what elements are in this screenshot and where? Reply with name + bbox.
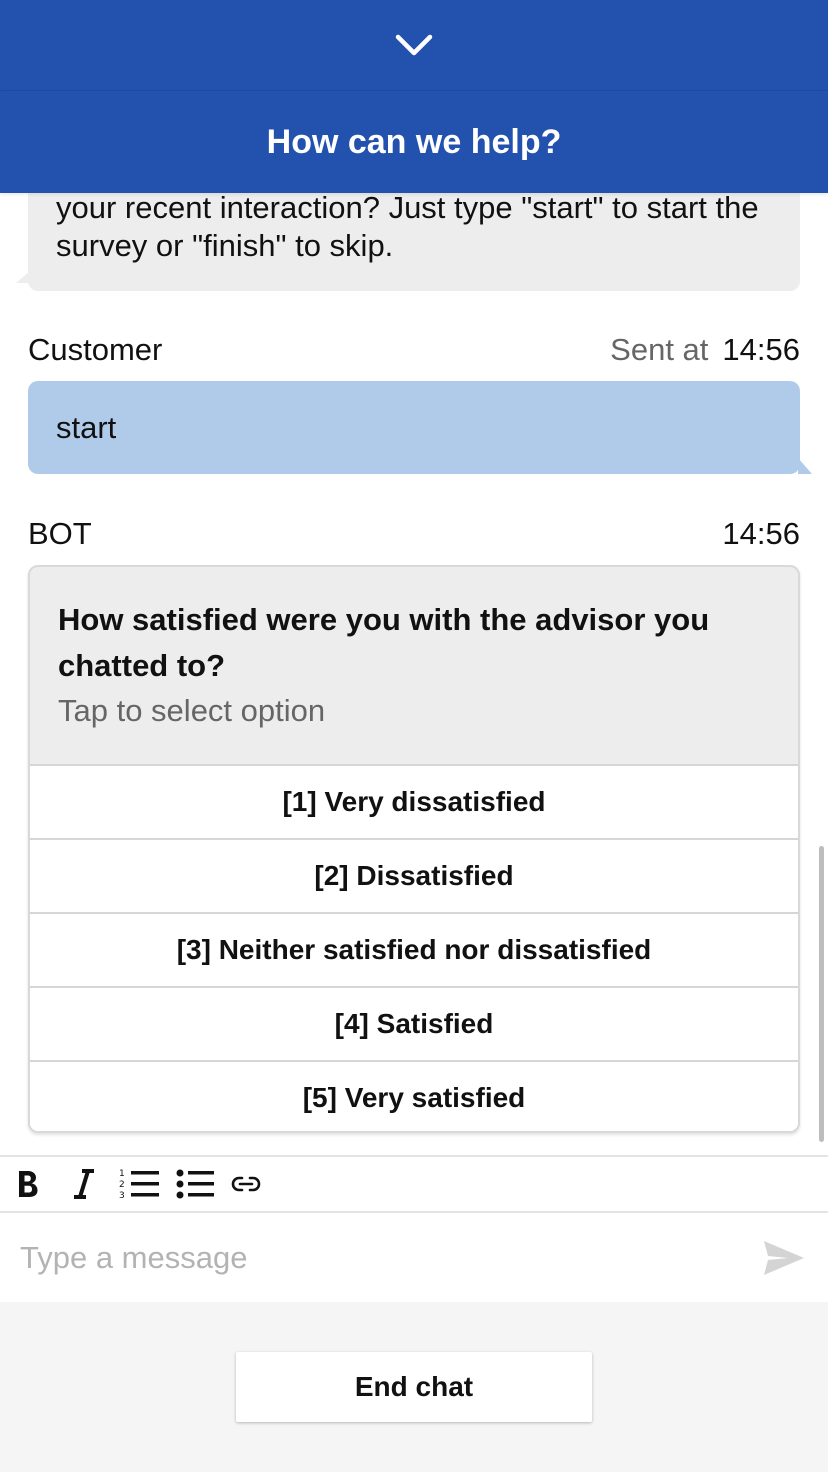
customer-message: start	[28, 381, 812, 474]
bold-button[interactable]	[0, 1157, 56, 1211]
bubble-tail	[798, 458, 812, 474]
bubble-tail	[16, 271, 30, 283]
option-dissatisfied[interactable]: [2] Dissatisfied	[30, 838, 798, 912]
option-very-satisfied[interactable]: [5] Very satisfied	[30, 1060, 798, 1131]
survey-card: How satisfied were you with the advisor …	[28, 565, 800, 1133]
message-input[interactable]	[20, 1239, 720, 1276]
message-time: 14:56	[722, 332, 800, 367]
numbered-list-icon: 1 2 3	[119, 1169, 159, 1201]
numbered-list-button[interactable]: 1 2 3	[112, 1157, 168, 1211]
bot-message-meta: BOT 14:56	[28, 514, 800, 554]
chevron-down-icon[interactable]	[394, 31, 434, 59]
customer-message-text: start	[56, 409, 117, 445]
bold-icon	[19, 1171, 38, 1197]
survey-options: [1] Very dissatisfied [2] Dissatisfied […	[30, 764, 798, 1131]
footer: End chat	[0, 1302, 828, 1472]
sender-name: Customer	[28, 332, 163, 367]
option-very-dissatisfied[interactable]: [1] Very dissatisfied	[30, 764, 798, 838]
composer	[0, 1213, 828, 1302]
scrollbar[interactable]	[819, 846, 824, 1142]
message-list[interactable]: your recent interaction? Just type "star…	[0, 193, 828, 1155]
survey-question: How satisfied were you with the advisor …	[58, 602, 710, 683]
bulleted-list-icon	[176, 1169, 214, 1199]
message-timestamp-group: Sent at 14:56	[610, 332, 800, 368]
italic-icon	[74, 1169, 94, 1199]
italic-button[interactable]	[56, 1157, 112, 1211]
bot-message-previous: your recent interaction? Just type "star…	[16, 193, 800, 291]
collapse-bar[interactable]	[0, 0, 828, 90]
svg-text:1: 1	[119, 1169, 125, 1179]
message-time: 14:56	[722, 516, 800, 551]
link-button[interactable]	[224, 1157, 268, 1211]
send-icon[interactable]	[762, 1239, 806, 1277]
bot-message-text: your recent interaction? Just type "star…	[56, 193, 759, 263]
sent-at-label: Sent at	[610, 332, 709, 367]
survey-hint: Tap to select option	[58, 693, 326, 728]
format-toolbar: 1 2 3	[0, 1155, 828, 1213]
bulleted-list-button[interactable]	[168, 1157, 224, 1211]
svg-text:3: 3	[119, 1191, 125, 1201]
link-icon	[231, 1176, 261, 1192]
svg-text:2: 2	[119, 1180, 125, 1190]
option-neutral[interactable]: [3] Neither satisfied nor dissatisfied	[30, 912, 798, 986]
chat-title: How can we help?	[266, 122, 562, 161]
option-satisfied[interactable]: [4] Satisfied	[30, 986, 798, 1060]
customer-message-meta: Customer Sent at 14:56	[28, 330, 800, 370]
chat-header: How can we help?	[0, 90, 828, 193]
chat-widget: How can we help? your recent interaction…	[0, 0, 828, 1472]
end-chat-button[interactable]: End chat	[236, 1352, 592, 1422]
sender-name: BOT	[28, 516, 92, 551]
